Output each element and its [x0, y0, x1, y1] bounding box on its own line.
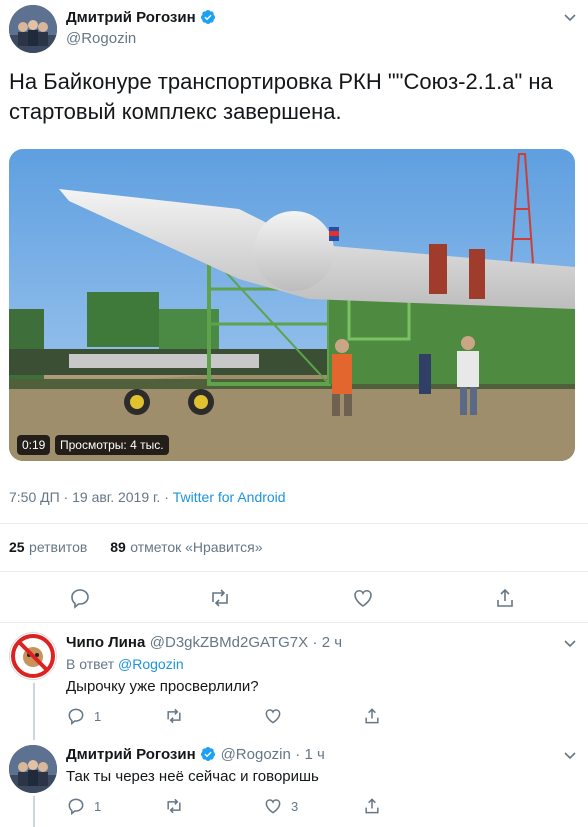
author-header: Дмитрий Рогозин: [66, 9, 216, 27]
avatar-image: [9, 745, 57, 793]
divider: [0, 622, 588, 623]
share-icon: [365, 798, 379, 814]
reply-count: 1: [94, 708, 102, 724]
retweets-count[interactable]: 25: [9, 539, 25, 555]
reply-text: Так ты через неё сейчас и говоришь: [66, 768, 319, 785]
author-name[interactable]: Дмитрий Рогозин: [66, 9, 196, 26]
reply-icon: [68, 708, 84, 726]
likes-count[interactable]: 89: [110, 539, 126, 555]
verified-icon: [201, 10, 216, 24]
verified-icon: [201, 747, 216, 761]
video-player[interactable]: 0:19 Просмотры: 4 тыс.: [9, 149, 575, 461]
divider: [0, 571, 588, 572]
like-button[interactable]: 3: [263, 796, 298, 816]
reply-to-handle[interactable]: @Rogozin: [118, 656, 184, 672]
reply-author-name[interactable]: Чипо Лина: [66, 634, 145, 651]
tweet-meta: 7:50 ДП · 19 авг. 2019 г. · Twitter for …: [9, 489, 286, 505]
video-thumbnail: [9, 149, 575, 461]
retweet-button[interactable]: [164, 706, 192, 726]
reply-header: Чипо Лина @D3gkZBMd2GATG7X · 2 ч: [66, 634, 342, 652]
share-button[interactable]: [362, 796, 382, 821]
reply-header: Дмитрий Рогозин @Rogozin · 1 ч: [66, 746, 325, 764]
avatar[interactable]: [9, 632, 57, 680]
tweet-timestamp[interactable]: 7:50 ДП · 19 авг. 2019 г. ·: [9, 489, 173, 505]
avatar[interactable]: [9, 5, 57, 53]
reply-author-handle[interactable]: @Rogozin: [221, 746, 291, 763]
like-icon: [265, 709, 281, 724]
avatar-image: [11, 634, 55, 678]
like-icon: [265, 799, 281, 814]
author-handle[interactable]: @Rogozin: [66, 30, 136, 47]
share-icon: [497, 588, 513, 607]
thread-line: [33, 683, 35, 740]
reply-button[interactable]: [68, 586, 92, 615]
retweet-icon: [167, 708, 181, 724]
reply-time[interactable]: · 2 ч: [313, 634, 343, 651]
retweet-button[interactable]: [208, 586, 232, 615]
chevron-down-icon[interactable]: [563, 10, 577, 27]
reply-icon: [71, 589, 89, 609]
like-button[interactable]: [351, 586, 375, 615]
chevron-down-icon[interactable]: [563, 748, 577, 765]
like-icon: [354, 590, 372, 607]
like-count: 3: [291, 798, 299, 814]
share-button[interactable]: [362, 706, 382, 731]
video-views: Просмотры: 4 тыс.: [55, 435, 169, 455]
likes-label[interactable]: отметок «Нравится»: [130, 539, 262, 555]
reply-author-handle[interactable]: @D3gkZBMd2GATG7X: [150, 634, 308, 651]
reply-to-prefix: В ответ: [66, 656, 119, 672]
chevron-down-icon[interactable]: [563, 636, 577, 653]
tweet-source-link[interactable]: Twitter for Android: [173, 489, 286, 505]
like-button[interactable]: [263, 706, 291, 726]
reply-count: 1: [94, 798, 102, 814]
reply-button[interactable]: 1: [66, 706, 101, 726]
reply-button[interactable]: 1: [66, 796, 101, 816]
avatar-image: [9, 5, 57, 53]
share-button[interactable]: [493, 586, 517, 615]
reply-to: В ответ @Rogozin: [66, 656, 184, 672]
reply-text: Дырочку уже просверлили?: [66, 678, 259, 695]
tweet-stats: 25 ретвитов 89 отметок «Нравится»: [9, 539, 262, 557]
tweet-text: На Байконуре транспортировка РКН ""Союз-…: [9, 69, 553, 124]
divider: [0, 523, 588, 524]
reply-icon: [68, 798, 84, 816]
video-duration: 0:19: [17, 435, 51, 455]
reply-time[interactable]: · 1 ч: [295, 746, 325, 763]
retweets-label[interactable]: ретвитов: [29, 539, 87, 555]
reply-author-name[interactable]: Дмитрий Рогозин: [66, 746, 196, 763]
thread-line: [33, 796, 35, 827]
retweet-icon: [167, 798, 181, 814]
share-icon: [365, 708, 379, 724]
retweet-icon: [212, 589, 228, 607]
retweet-button[interactable]: [164, 796, 192, 816]
avatar[interactable]: [9, 745, 57, 793]
